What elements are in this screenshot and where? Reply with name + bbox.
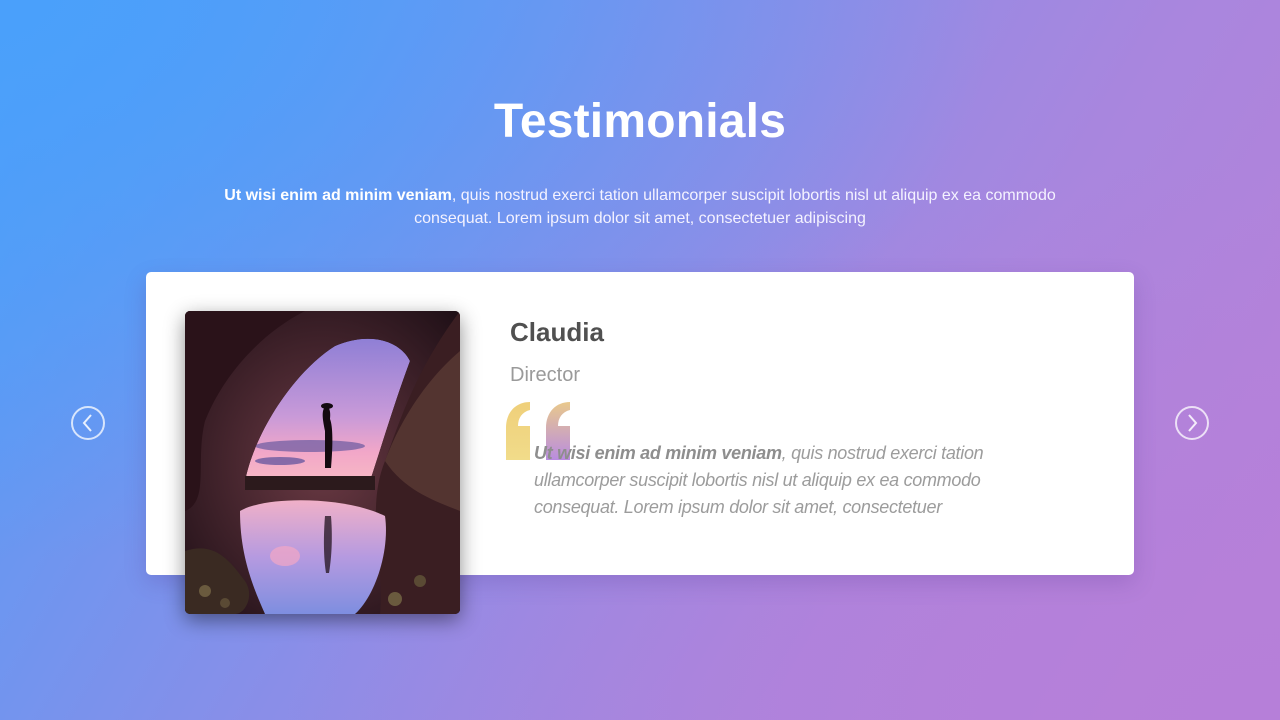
intro-bold-text: Ut wisi enim ad minim veniam xyxy=(224,187,452,204)
cave-silhouette-image xyxy=(185,311,460,614)
chevron-left-icon xyxy=(82,414,92,432)
previous-button[interactable] xyxy=(71,406,105,440)
next-button[interactable] xyxy=(1175,406,1209,440)
intro-rest-text: , quis nostrud exerci tation ullamcorper… xyxy=(414,187,1056,227)
page-title: Testimonials xyxy=(493,95,787,148)
quote-bold-text: Ut wisi enim ad minim veniam xyxy=(534,443,782,463)
testimonial-quote: Ut wisi enim ad minim veniam, quis nostr… xyxy=(534,440,1054,521)
intro-text: Ut wisi enim ad minim veniam, quis nostr… xyxy=(215,184,1065,230)
chevron-right-icon xyxy=(1188,414,1198,432)
testimonial-role: Director xyxy=(510,364,581,386)
testimonial-name: Claudia xyxy=(510,317,604,347)
testimonial-photo xyxy=(185,311,460,614)
